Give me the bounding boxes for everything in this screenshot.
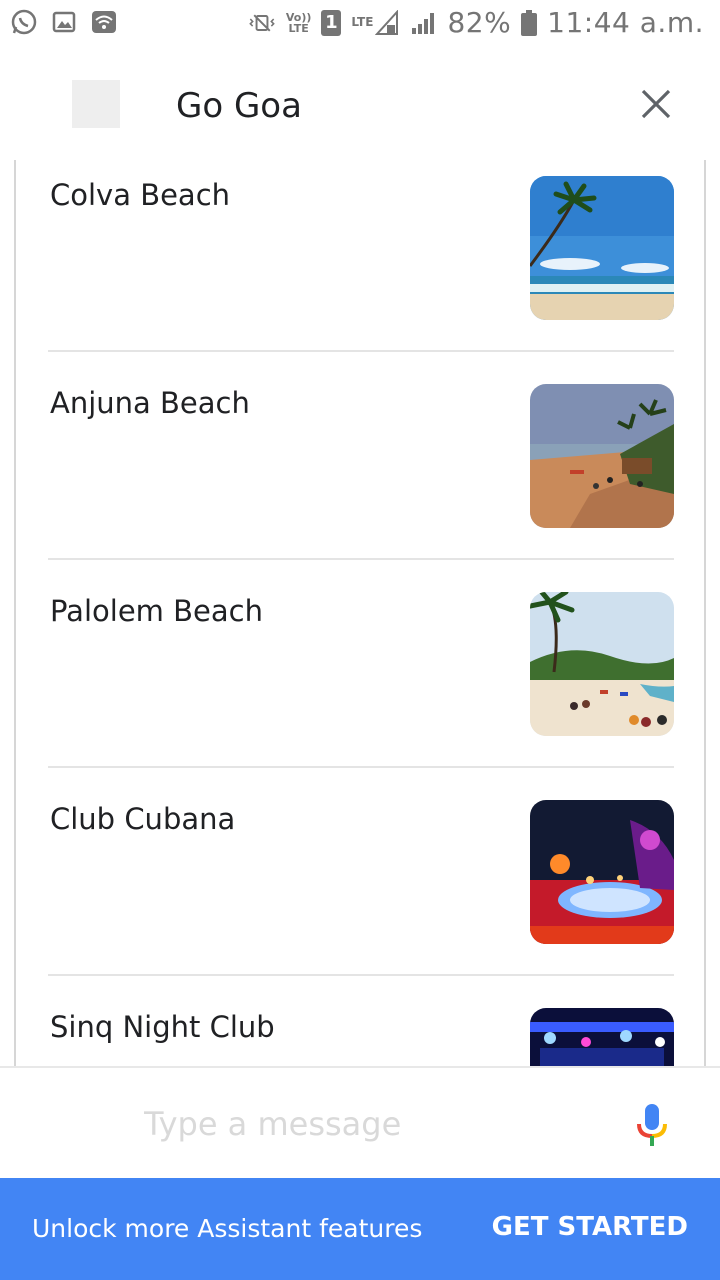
clock: 11:44 a.m.	[547, 6, 704, 39]
list-item-image	[530, 1008, 674, 1068]
status-bar: Vo)) LTE 1 LTE 82% 11:44 a.m.	[0, 0, 720, 50]
close-icon	[641, 89, 671, 119]
assistant-banner: Unlock more Assistant features GET START…	[0, 1178, 720, 1280]
page-title: Go Goa	[176, 86, 302, 126]
battery-icon	[521, 9, 538, 36]
list-item-title: Anjuna Beach	[50, 386, 250, 420]
battery-percent: 82%	[447, 6, 512, 39]
lte-icon: LTE	[351, 9, 399, 36]
message-input[interactable]	[144, 1100, 584, 1148]
banner-text: Unlock more Assistant features	[32, 1214, 423, 1243]
message-composer	[0, 1066, 720, 1178]
list-item-image	[530, 592, 674, 736]
list-item[interactable]: Palolem Beach	[48, 576, 674, 784]
divider	[48, 350, 674, 352]
volte-icon: Vo)) LTE	[285, 10, 312, 35]
avatar	[72, 80, 120, 128]
close-button[interactable]	[636, 84, 676, 124]
chat-header: Go Goa	[0, 50, 720, 160]
list-item[interactable]: Club Cubana	[48, 784, 674, 992]
results-card[interactable]: Colva Beach Anjuna Beach Palolem Beach C…	[14, 160, 706, 1068]
list-item-title: Palolem Beach	[50, 594, 263, 628]
sim-icon: 1	[321, 9, 342, 36]
list-item-image	[530, 384, 674, 528]
mic-icon	[637, 1104, 667, 1146]
gallery-icon	[50, 8, 78, 36]
list-item-title: Colva Beach	[50, 178, 231, 212]
vibrate-icon	[248, 9, 276, 37]
list-item-image	[530, 176, 674, 320]
list-item[interactable]: Anjuna Beach	[48, 368, 674, 576]
list-item-image	[530, 800, 674, 944]
list-item-title: Club Cubana	[50, 802, 236, 836]
list-item-title: Sinq Night Club	[50, 1010, 275, 1044]
divider	[48, 558, 674, 560]
signal-icon	[409, 9, 437, 37]
wifi-icon	[90, 8, 118, 36]
list-item[interactable]: Colva Beach	[48, 160, 674, 368]
get-started-button[interactable]: GET STARTED	[492, 1212, 688, 1242]
divider	[48, 766, 674, 768]
divider	[48, 974, 674, 976]
mic-button[interactable]	[634, 1102, 670, 1148]
whatsapp-icon	[10, 8, 38, 36]
list-item[interactable]: Sinq Night Club	[48, 992, 674, 1068]
